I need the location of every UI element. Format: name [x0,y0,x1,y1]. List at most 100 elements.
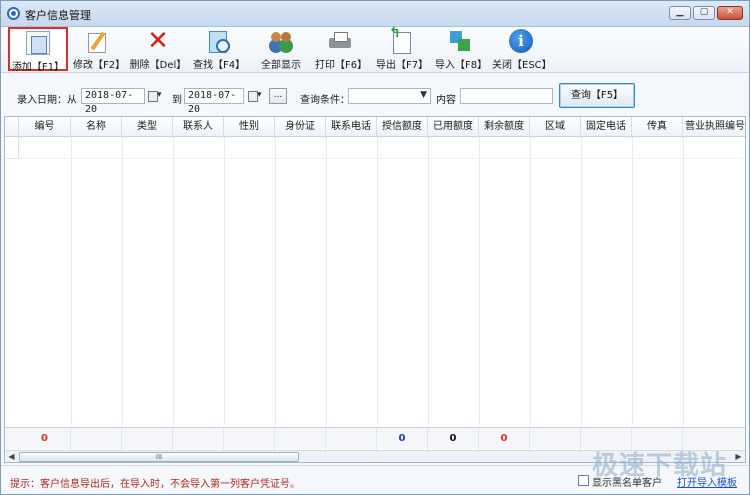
export-button[interactable]: 导出【F7】 [376,25,429,71]
edit-button-label: 修改【F2】 [73,60,126,71]
column-divider [479,137,480,425]
date-to-input[interactable]: 2018-07-20 [184,88,244,115]
more-button[interactable]: ... [269,88,287,104]
chevron-down-icon: ▼ [420,90,427,100]
query-button[interactable]: 查询【F5】 [559,83,635,108]
column-header[interactable]: 联系人 [173,117,224,137]
totals-cell [632,428,683,450]
status-bar: 提示：客户信息导出后，在导入时，不会导入第一列客户凭证号。 显示黑名单客户 打开… [1,465,749,494]
add-button-label: 添加【F1】 [11,62,65,73]
totals-cell [275,428,326,450]
open-template-link[interactable]: 打开导入模板 [677,474,737,489]
edit-icon [86,29,110,53]
title-bar: 客户信息管理 ▁ ▢ ✕ [1,1,749,27]
window-controls: ▁ ▢ ✕ [669,6,743,20]
blacklist-checkbox-label: 显示黑名单客户 [592,478,662,489]
column-divider [224,137,225,425]
find-button[interactable]: 查找【F4】 [193,27,246,71]
edit-button[interactable]: 修改【F2】 [73,27,126,71]
totals-cell [326,428,377,450]
column-header[interactable]: 编号 [19,117,71,137]
total-credit-limit: 0 [377,428,428,450]
import-icon [448,29,472,53]
customer-grid: 编号 名称 类型 联系人 性别 身份证 联系电话 授信额度 已用额度 剩余额度 … [4,116,746,463]
print-button[interactable]: 打印【F6】 [315,27,368,71]
printer-icon [328,29,352,53]
content-input[interactable] [460,88,553,104]
column-header[interactable]: 联系电话 [326,117,377,137]
column-header[interactable]: 固定电话 [581,117,632,137]
column-divider [428,137,429,425]
export-icon [389,25,413,54]
column-header[interactable]: 已用额度 [428,117,479,137]
totals-cell [122,428,173,450]
totals-cell [71,428,122,450]
delete-button[interactable]: ✕ 删除【Del】 [129,27,187,71]
scroll-left-icon[interactable]: ◀ [5,451,18,462]
column-divider [173,137,174,425]
column-header[interactable]: 类型 [122,117,173,137]
column-divider [377,137,378,425]
column-divider [326,137,327,425]
import-button[interactable]: 导入【F8】 [435,27,488,71]
toolbar: 添加【F1】 修改【F2】 ✕ 删除【Del】 查找【F4】 全部显示 打印【F… [1,25,749,73]
total-count: 0 [19,428,71,450]
column-header[interactable]: 区域 [530,117,581,137]
to-label: 到 [172,95,182,106]
delete-icon: ✕ [147,26,169,56]
close-button-label: 关闭【ESC】 [492,60,552,71]
find-icon [206,29,230,53]
export-button-label: 导出【F7】 [376,60,429,71]
scroll-thumb[interactable]: III [19,452,299,462]
totals-cell [224,428,275,450]
totals-row: 0 0 0 0 [5,427,745,450]
total-remaining-limit: 0 [479,428,530,450]
totals-cell [530,428,581,450]
column-header[interactable]: 营业执照编号 [683,117,745,137]
scroll-right-icon[interactable]: ▶ [732,451,745,462]
column-divider [530,137,531,425]
table-row[interactable] [5,137,745,159]
find-button-label: 查找【F4】 [193,60,246,71]
minimize-button[interactable]: ▁ [669,6,691,20]
entry-date-label: 录入日期：从 [17,95,77,106]
filter-bar: 录入日期：从 2018-07-20 到 2018-07-20 ... 查询条件：… [1,74,749,115]
add-button[interactable]: 添加【F1】 [8,27,68,73]
row-selector-header [5,117,19,137]
column-header[interactable]: 剩余额度 [479,117,530,137]
main-window: 客户信息管理 ▁ ▢ ✕ 添加【F1】 修改【F2】 ✕ 删除【Del】 查找【… [0,0,750,495]
horizontal-scrollbar[interactable]: ◀ III ▶ [5,450,745,462]
column-header[interactable]: 性别 [224,117,275,137]
condition-label: 查询条件： [300,95,350,106]
maximize-button[interactable]: ▢ [693,6,715,20]
content-label: 内容 [436,95,456,106]
date-to-calendar-icon[interactable] [246,88,264,104]
column-divider [581,137,582,425]
column-divider [71,137,72,425]
show-all-button[interactable]: 全部显示 [257,27,305,71]
column-header[interactable]: 身份证 [275,117,326,137]
import-button-label: 导入【F8】 [435,60,488,71]
column-divider [122,137,123,425]
show-all-button-label: 全部显示 [261,60,301,71]
print-button-label: 打印【F6】 [315,60,368,71]
blacklist-checkbox[interactable] [578,475,589,486]
column-header[interactable]: 名称 [71,117,122,137]
date-from-calendar-icon[interactable] [146,88,164,104]
add-icon [26,31,50,55]
grid-header: 编号 名称 类型 联系人 性别 身份证 联系电话 授信额度 已用额度 剩余额度 … [5,117,745,137]
tip-text: 提示：客户信息导出后，在导入时，不会导入第一列客户凭证号。 [10,479,300,490]
column-header[interactable]: 传真 [632,117,683,137]
delete-button-label: 删除【Del】 [129,60,187,71]
column-header[interactable]: 授信额度 [377,117,428,137]
close-window-button[interactable]: ✕ [717,6,743,20]
date-from-input[interactable]: 2018-07-20 [81,88,145,115]
column-divider [683,137,684,425]
totals-cell [581,428,632,450]
column-divider [632,137,633,425]
close-button[interactable]: i 关闭【ESC】 [492,27,552,71]
total-used-limit: 0 [428,428,479,450]
info-icon: i [509,29,533,53]
row-selector[interactable] [5,137,19,159]
condition-select[interactable]: ▼ [348,88,431,104]
